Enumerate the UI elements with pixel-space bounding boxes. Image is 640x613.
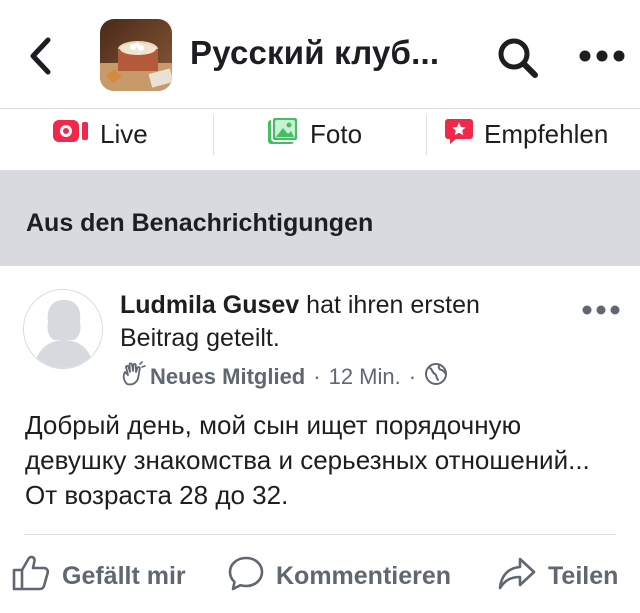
more-button[interactable]	[578, 49, 626, 63]
live-video-icon	[52, 118, 90, 151]
post-body: Добрый день, мой сын ищет порядочную дев…	[25, 410, 590, 510]
section-heading: Aus den Benachrichtigungen	[26, 209, 374, 237]
photo-button[interactable]: Foto	[266, 109, 362, 159]
default-avatar-icon	[24, 290, 102, 368]
thumbs-up-icon	[12, 555, 50, 598]
author-name[interactable]: Ludmila Gusev	[120, 291, 299, 319]
post-time[interactable]: 12 Min.	[329, 364, 401, 390]
back-button[interactable]	[22, 34, 62, 78]
group-cover-image[interactable]	[100, 19, 172, 91]
live-button[interactable]: Live	[52, 109, 148, 159]
post-meta: Neues Mitglied · 12 Min. ·	[120, 361, 448, 393]
more-horizontal-icon	[582, 305, 620, 315]
share-label: Teilen	[548, 561, 619, 590]
live-label: Live	[100, 118, 148, 149]
like-button[interactable]: Gefällt mir	[12, 555, 186, 598]
search-icon	[498, 38, 538, 78]
recommend-label: Empfehlen	[484, 118, 609, 149]
meta-separator: ·	[313, 364, 321, 389]
search-button[interactable]	[494, 34, 542, 82]
group-header: Русский клуб...	[0, 0, 640, 108]
post-more-button[interactable]	[581, 303, 621, 315]
photo-label: Foto	[310, 118, 363, 149]
member-badge[interactable]: Neues Mitglied	[150, 364, 305, 390]
chevron-left-icon	[30, 37, 51, 75]
like-label: Gefällt mir	[62, 561, 186, 590]
comment-icon	[228, 555, 264, 598]
post-divider	[24, 534, 616, 535]
comment-label: Kommentieren	[276, 561, 452, 590]
recommend-button[interactable]: Empfehlen	[444, 109, 608, 159]
meta-separator: ·	[408, 364, 417, 389]
share-arrow-icon	[498, 556, 536, 597]
globe-icon	[424, 362, 448, 392]
author-avatar[interactable]	[23, 289, 103, 369]
composer-actions: Live Foto Empfehlen	[0, 109, 640, 159]
action-separator	[213, 115, 214, 155]
more-horizontal-icon	[579, 50, 625, 62]
comment-button[interactable]: Kommentieren	[228, 556, 451, 596]
photo-icon	[266, 115, 300, 153]
action-separator	[426, 115, 427, 155]
post-header: Ludmila Gusev hat ihren ersten Beitrag g…	[120, 289, 560, 355]
share-button[interactable]: Teilen	[498, 556, 618, 596]
recommend-star-icon	[444, 116, 474, 153]
waving-hand-icon	[120, 361, 146, 393]
group-title[interactable]: Русский клуб...	[190, 34, 439, 72]
